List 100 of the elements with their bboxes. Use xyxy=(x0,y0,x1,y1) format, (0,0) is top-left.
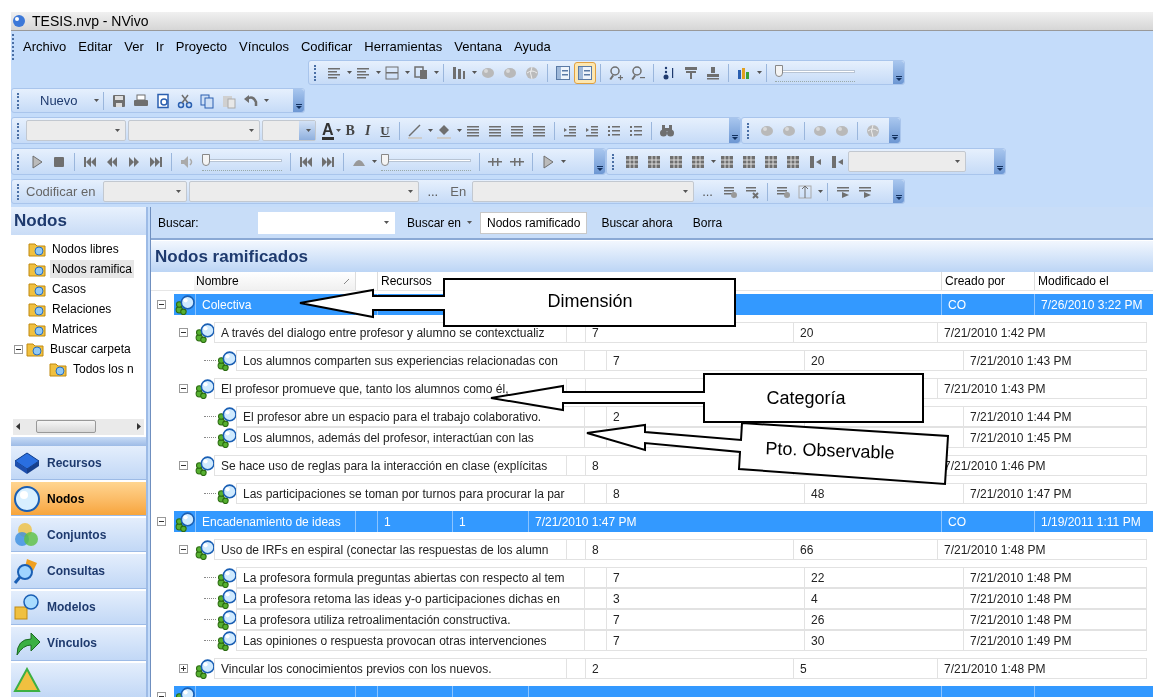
play-icon[interactable] xyxy=(29,153,45,170)
chevron-down-icon[interactable] xyxy=(895,195,902,200)
ellipsis-button[interactable]: ... xyxy=(427,181,439,202)
caret-icon[interactable] xyxy=(305,129,311,132)
column-insert-icon[interactable] xyxy=(807,153,823,170)
column-header[interactable]: Creado por xyxy=(941,272,1034,290)
menu-item[interactable]: Vínculos xyxy=(233,37,295,57)
table-icon[interactable] xyxy=(719,153,735,170)
save-icon[interactable] xyxy=(110,92,127,109)
table-cell[interactable]: La profesora formula preguntas abiertas con respecto al tem xyxy=(236,567,585,588)
overflow-button[interactable] xyxy=(293,89,304,112)
table-cell[interactable]: El profesor abre un espacio para el trabajo colaborativo. xyxy=(236,406,585,427)
tree-item[interactable]: Nodos libres xyxy=(50,240,121,259)
collapse-icon[interactable] xyxy=(157,300,166,309)
table-cell[interactable]: Uso de IRFs en espiral (conectar las respuestas de los alumn xyxy=(214,539,567,560)
menu-item[interactable]: Codificar xyxy=(295,37,359,57)
chevron-down-icon[interactable] xyxy=(891,135,898,140)
chevron-down-icon[interactable] xyxy=(996,166,1003,171)
play-icon[interactable] xyxy=(540,153,556,170)
nav-button[interactable]: Recursos xyxy=(11,446,146,481)
collapse-icon[interactable] xyxy=(179,545,188,554)
caret-icon[interactable] xyxy=(405,71,410,74)
menu-item[interactable]: Editar xyxy=(72,37,119,57)
zoom-out-icon[interactable] xyxy=(630,64,646,81)
table-icon[interactable] xyxy=(646,153,662,170)
grip-handle[interactable] xyxy=(17,122,20,139)
nav-button[interactable]: Nodos xyxy=(11,482,146,517)
caret-icon[interactable] xyxy=(176,190,182,193)
filter-icon[interactable] xyxy=(683,64,699,81)
table-cell[interactable]: Los alumnos, además del profesor, interactúan con las xyxy=(236,427,585,448)
table-cell[interactable]: Las opiniones o respuesta provocan otras intervenciones xyxy=(236,630,585,651)
grip-handle[interactable] xyxy=(17,92,20,109)
chevron-down-icon[interactable] xyxy=(895,76,902,81)
menu-item[interactable]: Ventana xyxy=(448,37,509,57)
caret-icon[interactable] xyxy=(335,129,341,132)
grip-handle[interactable] xyxy=(747,122,750,139)
table-cell[interactable]: Vincular los conocimientos previos con los nuevos. xyxy=(214,658,567,679)
column-header[interactable]: Modificado el xyxy=(1034,272,1153,290)
overflow-button[interactable] xyxy=(994,149,1005,174)
stamp-icon[interactable] xyxy=(705,64,721,81)
scope-button[interactable]: Nodos ramificado xyxy=(480,211,588,234)
grip-handle[interactable] xyxy=(17,183,20,200)
tree-item[interactable]: Todos los n xyxy=(71,360,136,379)
table-cell[interactable]: Se hace uso de reglas para la interacción en clase (explícitas xyxy=(214,455,567,476)
overflow-button[interactable] xyxy=(893,61,904,84)
chevron-down-icon[interactable] xyxy=(596,166,603,171)
scroll-left-icon[interactable] xyxy=(16,423,20,431)
menu-item[interactable]: Ayuda xyxy=(508,37,557,57)
slider[interactable] xyxy=(381,152,471,171)
table-cell[interactable]: Los alumnos comparten sus experiencias relacionadas con xyxy=(236,350,585,371)
collapse-icon[interactable] xyxy=(179,328,188,337)
copy-icon[interactable] xyxy=(198,92,215,109)
caret-icon[interactable] xyxy=(384,221,389,224)
caret-icon[interactable] xyxy=(472,71,477,74)
slider-thumb[interactable] xyxy=(775,64,783,77)
tree-item[interactable]: Relaciones xyxy=(50,300,114,319)
caret-icon[interactable] xyxy=(817,190,823,193)
caret-icon[interactable] xyxy=(408,190,414,193)
caret-icon[interactable] xyxy=(115,129,120,132)
menu-item[interactable]: Ir xyxy=(149,37,170,57)
pin-icon[interactable] xyxy=(796,183,813,200)
ellipsis-button[interactable]: ... xyxy=(702,181,713,202)
table-cell[interactable]: La profesora retoma las ideas y-o participaciones dichas en xyxy=(236,588,585,609)
table-cell[interactable]: Las participaciones se toman por turnos para procurar la par xyxy=(236,483,585,504)
slider[interactable] xyxy=(775,63,855,82)
caret-icon[interactable] xyxy=(456,129,462,132)
table-icon[interactable] xyxy=(624,153,640,170)
caret-icon[interactable] xyxy=(347,71,352,74)
line-icon[interactable] xyxy=(406,122,423,139)
overflow-button[interactable] xyxy=(889,118,900,143)
grip-handle[interactable] xyxy=(612,153,615,170)
slider[interactable] xyxy=(202,152,282,171)
chevron-down-icon[interactable] xyxy=(295,104,302,109)
search-button[interactable]: Buscar ahora xyxy=(595,213,679,232)
caret-icon[interactable] xyxy=(427,129,433,132)
table-icon[interactable] xyxy=(785,153,801,170)
menu-item[interactable]: Herramientas xyxy=(358,37,449,57)
collapse-icon[interactable] xyxy=(157,517,166,526)
overflow-button[interactable] xyxy=(729,118,740,143)
print-icon[interactable] xyxy=(132,92,149,109)
table-icon[interactable] xyxy=(668,153,684,170)
tree-item[interactable]: Casos xyxy=(50,280,88,299)
new-button[interactable]: Nuevo xyxy=(26,90,92,111)
caret-icon[interactable] xyxy=(955,160,960,163)
bucket-icon[interactable] xyxy=(435,122,452,139)
table-icon[interactable] xyxy=(741,153,757,170)
underline-button[interactable]: U xyxy=(380,120,390,141)
caret-icon[interactable] xyxy=(683,190,689,193)
table-cell[interactable]: La profesora utiliza retroalimentación constructiva. xyxy=(236,609,585,630)
column-insert-icon[interactable] xyxy=(829,153,845,170)
zoom-in-icon[interactable] xyxy=(608,64,624,81)
undo-icon[interactable] xyxy=(242,92,259,109)
table-icon[interactable] xyxy=(763,153,779,170)
collapse-icon[interactable] xyxy=(179,461,188,470)
tree-item[interactable]: Matrices xyxy=(50,320,100,339)
menu-item[interactable]: Proyecto xyxy=(169,37,234,57)
bold-button[interactable]: B xyxy=(345,120,355,141)
table-icon[interactable] xyxy=(690,153,706,170)
nav-button[interactable] xyxy=(11,662,146,697)
caret-icon[interactable] xyxy=(93,99,99,102)
